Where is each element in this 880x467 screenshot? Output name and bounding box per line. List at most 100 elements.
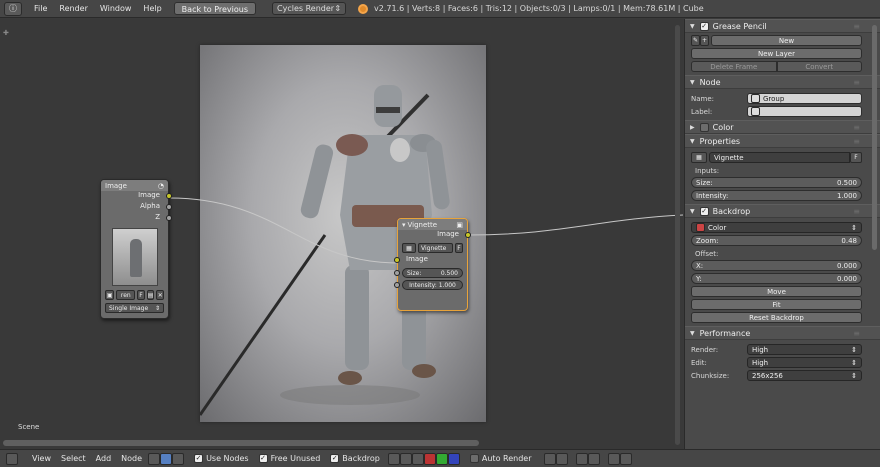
panel-grip-icon[interactable]: ≡ — [853, 137, 860, 146]
convert-button[interactable]: Convert — [776, 61, 862, 72]
add-icon[interactable]: + — [700, 35, 709, 46]
panel-grease-pencil[interactable]: ▼ ✓ Grease Pencil ≡ — [685, 19, 880, 33]
use-nodes-checkbox[interactable]: ✓ — [194, 454, 204, 463]
vignette-group-field[interactable]: Vignette — [418, 243, 453, 253]
use-nodes-toggle[interactable]: ✓ Use Nodes — [194, 454, 249, 463]
offset-x-field[interactable]: X: 0.000 — [691, 260, 862, 271]
menu-view[interactable]: View — [32, 454, 51, 463]
intensity-field[interactable]: Intensity: 1.000 — [691, 190, 862, 201]
offset-y-field[interactable]: Y: 0.000 — [691, 273, 862, 284]
parent-node-icon[interactable] — [555, 452, 568, 465]
menu-select[interactable]: Select — [61, 454, 86, 463]
panel-properties[interactable]: ▼ Properties ≡ — [685, 134, 880, 148]
panel-grip-icon[interactable]: ≡ — [853, 123, 860, 132]
menu-node[interactable]: Node — [121, 454, 142, 463]
vignette-size-field[interactable]: Size: 0.500 — [394, 268, 463, 278]
panel-grip-icon[interactable]: ≡ — [853, 22, 860, 31]
image-source-select[interactable]: Single Image ⇕ — [105, 303, 164, 313]
vignette-fake-user-button[interactable]: F — [455, 243, 463, 253]
unlink-icon[interactable]: ✕ — [156, 290, 164, 300]
sidebar-scrollbar[interactable] — [872, 25, 877, 250]
free-unused-toggle[interactable]: ✓ Free Unused — [258, 454, 320, 463]
color-checkbox[interactable] — [699, 122, 709, 132]
node-label-field[interactable] — [747, 106, 862, 117]
image-node[interactable]: Image ◔ Image Alpha Z ▣ ren F ▤ ✕ Single… — [100, 179, 172, 319]
channel-color-alpha-icon[interactable] — [411, 452, 424, 465]
node-name-field[interactable]: Group — [747, 93, 862, 104]
edit-quality-select[interactable]: High ⇕ — [747, 357, 862, 368]
chunksize-select[interactable]: 256x256 ⇕ — [747, 370, 862, 381]
vignette-node[interactable]: ▾ Vignette ▣ Image ▦ Vignette F Image Si… — [394, 218, 471, 311]
fake-user-button[interactable]: F — [137, 290, 145, 300]
pencil-icon[interactable]: ✎ — [691, 35, 700, 46]
snap-element-icon[interactable] — [587, 452, 600, 465]
panel-performance[interactable]: ▼ Performance ≡ — [685, 326, 880, 340]
backdrop-toggle[interactable]: ✓ Backdrop — [330, 454, 380, 463]
auto-render-toggle[interactable]: Auto Render — [469, 454, 532, 463]
channel-green-icon[interactable] — [435, 452, 448, 465]
panel-backdrop[interactable]: ▼ ✓ Backdrop ≡ — [685, 204, 880, 218]
snap-icon[interactable] — [575, 452, 588, 465]
node-tree-browse-icon[interactable]: ▦ — [402, 243, 416, 253]
free-unused-checkbox[interactable]: ✓ — [258, 454, 268, 463]
pin-icon[interactable] — [543, 452, 556, 465]
output-alpha-socket[interactable] — [166, 204, 172, 210]
menu-window[interactable]: Window — [100, 4, 132, 13]
panel-grip-icon[interactable]: ≡ — [853, 78, 860, 87]
channel-alpha-icon[interactable] — [399, 452, 412, 465]
backdrop-checkbox[interactable]: ✓ — [699, 206, 709, 216]
grease-pencil-checkbox[interactable]: ✓ — [699, 21, 709, 31]
new-grease-pencil-button[interactable]: New — [711, 35, 862, 46]
channel-color-icon[interactable] — [387, 452, 400, 465]
output-z-socket[interactable] — [166, 215, 172, 221]
reset-backdrop-button[interactable]: Reset Backdrop — [691, 312, 862, 323]
backdrop-checkbox[interactable]: ✓ — [330, 454, 340, 463]
editor-type-icon[interactable] — [6, 452, 18, 465]
horizontal-scrollbar[interactable] — [3, 440, 479, 446]
vertical-scrollbar[interactable] — [675, 25, 680, 445]
vignette-node-header[interactable]: ▾ Vignette ▣ — [398, 219, 467, 230]
render-engine-select[interactable]: Cycles Render ⇕ — [272, 2, 347, 15]
paste-icon[interactable] — [619, 452, 632, 465]
vignette-intensity-socket[interactable] — [394, 282, 400, 288]
vignette-size-socket[interactable] — [394, 270, 400, 276]
move-button[interactable]: Move — [691, 286, 862, 297]
collapse-triangle-icon[interactable]: ▾ — [402, 221, 406, 229]
zoom-field[interactable]: Zoom: 0.48 — [691, 235, 862, 246]
node-group-field[interactable]: Vignette — [709, 152, 850, 163]
group-fake-user-button[interactable]: F — [850, 152, 862, 163]
copy-icon[interactable] — [607, 452, 620, 465]
vignette-input-socket[interactable] — [394, 257, 400, 263]
menu-help[interactable]: Help — [143, 4, 161, 13]
render-quality-select[interactable]: High ⇕ — [747, 344, 862, 355]
image-name-field[interactable]: ren — [116, 290, 136, 300]
menu-add[interactable]: Add — [96, 454, 112, 463]
compositing-nodes-icon[interactable] — [160, 452, 173, 465]
vignette-intensity-field[interactable]: Intensity: 1.000 — [394, 280, 463, 290]
channel-blue-icon[interactable] — [447, 452, 460, 465]
info-icon[interactable]: ⓘ — [4, 1, 22, 16]
delete-frame-button[interactable]: Delete Frame — [691, 61, 777, 72]
panel-color[interactable]: ▶ Color ≡ — [685, 120, 880, 134]
node-preview-icon[interactable]: ◔ — [158, 182, 164, 190]
output-image-socket[interactable] — [166, 193, 172, 199]
fit-button[interactable]: Fit — [691, 299, 862, 310]
texture-nodes-icon[interactable] — [172, 452, 185, 465]
channel-red-icon[interactable] — [423, 452, 436, 465]
node-group-icon[interactable]: ▣ — [456, 221, 463, 229]
panel-node[interactable]: ▼ Node ≡ — [685, 75, 880, 89]
vignette-output-socket[interactable] — [465, 232, 471, 238]
open-image-icon[interactable]: ▤ — [146, 290, 155, 300]
menu-render[interactable]: Render — [59, 4, 87, 13]
node-tree-browse-icon[interactable]: ▦ — [691, 152, 707, 163]
node-editor[interactable]: ✚ Image ◔ Image Alpha Z ▣ ren F ▤ ✕ Sing… — [0, 19, 683, 449]
back-to-previous-button[interactable]: Back to Previous — [173, 2, 257, 15]
panel-grip-icon[interactable]: ≡ — [853, 207, 860, 216]
size-field[interactable]: Size: 0.500 — [691, 177, 862, 188]
image-node-header[interactable]: Image ◔ — [101, 180, 168, 191]
menu-file[interactable]: File — [34, 4, 47, 13]
shader-nodes-icon[interactable] — [148, 452, 161, 465]
auto-render-checkbox[interactable] — [469, 454, 479, 463]
new-layer-button[interactable]: New Layer — [691, 48, 862, 59]
panel-grip-icon[interactable]: ≡ — [853, 329, 860, 338]
